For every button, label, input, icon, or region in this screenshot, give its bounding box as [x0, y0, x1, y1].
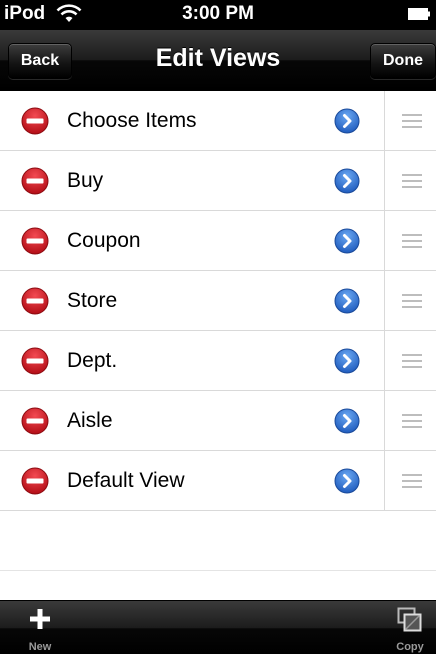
disclosure-icon[interactable] [334, 468, 360, 494]
navigation-bar: Back Edit Views Done [0, 30, 436, 91]
delete-icon[interactable] [21, 467, 49, 495]
disclosure-icon[interactable] [334, 228, 360, 254]
view-row[interactable]: Buy [0, 151, 436, 211]
copy-icon [397, 607, 422, 632]
new-button[interactable]: New [17, 605, 63, 653]
view-row-label: Aisle [67, 409, 113, 432]
delete-icon[interactable] [21, 107, 49, 135]
edit-views-screen: iPod 3:00 PM Back Edit Views Done Choose… [0, 0, 436, 654]
disclosure-icon[interactable] [334, 168, 360, 194]
view-row[interactable]: Dept. [0, 331, 436, 391]
row-divider [384, 451, 385, 511]
new-label: New [28, 641, 52, 653]
view-row[interactable]: Choose Items [0, 91, 436, 151]
view-row-label: Buy [67, 169, 104, 192]
reorder-icon[interactable] [402, 474, 422, 488]
reorder-icon[interactable] [402, 414, 422, 428]
status-bar: iPod 3:00 PM [0, 0, 436, 30]
row-divider [384, 391, 385, 451]
delete-icon[interactable] [21, 407, 49, 435]
delete-icon[interactable] [21, 227, 49, 255]
empty-row [0, 511, 436, 571]
view-row[interactable]: Default View [0, 451, 436, 511]
reorder-icon[interactable] [402, 354, 422, 368]
row-divider [384, 271, 385, 331]
view-row[interactable]: Aisle [0, 391, 436, 451]
delete-icon[interactable] [21, 287, 49, 315]
reorder-icon[interactable] [402, 114, 422, 128]
view-row-label: Coupon [67, 229, 141, 252]
done-button[interactable]: Done [370, 43, 436, 79]
views-table: Choose Items Buy Coupon Store Dept. Aisle Defa… [0, 91, 436, 571]
rows-container: Choose Items Buy Coupon Store Dept. Aisle Defa… [0, 91, 436, 511]
reorder-icon[interactable] [402, 174, 422, 188]
view-row[interactable]: Store [0, 271, 436, 331]
reorder-icon[interactable] [402, 234, 422, 248]
copy-label: Copy [396, 641, 424, 653]
copy-button[interactable]: Copy [388, 605, 432, 653]
row-divider [384, 91, 385, 151]
disclosure-icon[interactable] [334, 348, 360, 374]
battery-icon [408, 8, 430, 20]
row-divider [384, 211, 385, 271]
disclosure-icon[interactable] [334, 408, 360, 434]
delete-icon[interactable] [21, 347, 49, 375]
view-row-label: Choose Items [67, 109, 197, 132]
disclosure-icon[interactable] [334, 108, 360, 134]
delete-icon[interactable] [21, 167, 49, 195]
view-row-label: Store [67, 289, 118, 312]
status-time: 3:00 PM [182, 3, 254, 24]
row-divider [384, 331, 385, 391]
view-row-label: Dept. [67, 349, 118, 372]
view-row-label: Default View [67, 469, 185, 492]
bottom-toolbar: New Copy [0, 600, 436, 654]
reorder-icon[interactable] [402, 294, 422, 308]
view-row[interactable]: Coupon [0, 211, 436, 271]
disclosure-icon[interactable] [334, 288, 360, 314]
row-divider [384, 151, 385, 211]
plus-icon [30, 609, 50, 629]
